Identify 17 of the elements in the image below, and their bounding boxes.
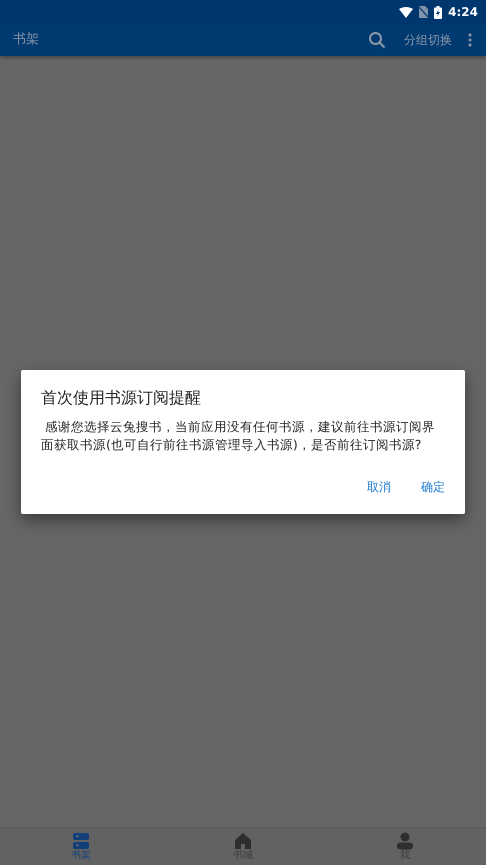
dialog-title: 首次使用书源订阅提醒 bbox=[41, 386, 202, 408]
status-time: 4:24 bbox=[448, 4, 478, 21]
search-button[interactable] bbox=[368, 31, 386, 49]
dialog-message: 感谢您选择云兔搜书，当前应用没有任何书源，建议前往书源订阅界面获取书源(也可自行前往书源管理导入书源)，是否前往订阅书源? bbox=[41, 418, 436, 454]
stacked-books-icon bbox=[72, 832, 90, 850]
wifi-icon bbox=[399, 6, 414, 18]
battery-charging-icon bbox=[434, 6, 442, 18]
no-sim-icon bbox=[419, 6, 428, 18]
dialog-button[interactable]: 取消 bbox=[359, 474, 399, 500]
search-icon bbox=[368, 31, 386, 49]
more-icon bbox=[468, 33, 472, 47]
group-switch-button[interactable]: 分组切换 bbox=[404, 31, 452, 49]
app-bar-title: 书架 bbox=[13, 31, 39, 50]
home-icon bbox=[234, 832, 252, 850]
more-button[interactable] bbox=[468, 33, 472, 47]
dialog-button[interactable]: 确定 bbox=[413, 474, 453, 500]
person-icon bbox=[396, 832, 414, 850]
